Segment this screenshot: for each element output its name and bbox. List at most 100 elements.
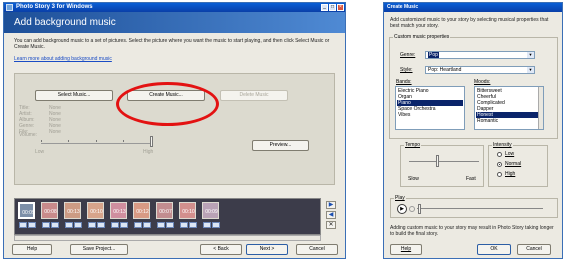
moods-listbox[interactable]: Bittersweet Cheerful Complicated Dapper Hone…	[474, 86, 544, 130]
chevron-down-icon: ▼	[527, 52, 534, 58]
mood-item[interactable]: Romantic	[476, 118, 538, 124]
thumbnail-duration: 00:10	[90, 209, 103, 215]
custom-motion-icon[interactable]	[28, 222, 36, 228]
volume-track	[41, 143, 151, 144]
intensity-radio[interactable]	[497, 172, 502, 177]
dialog-footer-note: Adding custom music to your story may re…	[390, 225, 554, 237]
custom-motion-icon[interactable]	[51, 222, 59, 228]
save-project-button[interactable]: Save Project...	[70, 244, 128, 255]
tempo-track	[409, 161, 479, 162]
window-title: Photo Story 3 for Windows	[16, 4, 93, 10]
property-value: None	[49, 129, 61, 135]
filmstrip: 00:09 00:08 00:13 00:10 00:13 00:12 00:07 00:10…	[14, 198, 321, 235]
picture-thumbnail[interactable]: 00:10	[179, 202, 196, 219]
dialog-title: Create Music	[387, 4, 419, 10]
dialog-ok-button[interactable]: OK	[477, 244, 511, 255]
chevron-down-icon: ▼	[527, 67, 534, 73]
thumbnail-duration: 00:08	[44, 209, 57, 215]
volume-tick	[123, 140, 124, 142]
intensity-group: Intensity Low Normal High	[488, 142, 548, 187]
moods-scrollbar[interactable]	[538, 87, 543, 129]
picture-thumbnail[interactable]: 00:09	[18, 202, 35, 219]
picture-thumbnail[interactable]: 00:13	[64, 202, 81, 219]
volume-high-label: High	[143, 149, 154, 155]
learn-more-link[interactable]: Learn more about adding background music	[14, 56, 112, 62]
music-note-icon[interactable]	[180, 222, 188, 228]
close-icon[interactable]: ×	[337, 4, 344, 11]
play-icon[interactable]: ▶	[397, 204, 407, 214]
preview-button[interactable]: Preview...	[252, 140, 309, 151]
stop-icon[interactable]	[409, 206, 415, 212]
minimize-icon[interactable]: _	[321, 4, 328, 11]
picture-thumbnail[interactable]: 00:08	[41, 202, 58, 219]
move-right-icon[interactable]: ▶	[326, 201, 336, 209]
bands-label: Bands:	[396, 79, 412, 85]
intensity-radio[interactable]	[497, 162, 502, 167]
intensity-option-label: Low	[505, 151, 515, 157]
custom-motion-icon[interactable]	[166, 222, 174, 228]
custom-motion-icon[interactable]	[212, 222, 220, 228]
music-note-icon[interactable]	[157, 222, 165, 228]
music-note-icon[interactable]	[111, 222, 119, 228]
delete-picture-icon[interactable]: ✕	[326, 221, 336, 229]
custom-music-group: Custom music properties Genre: Pop ▼ Sty…	[389, 34, 558, 139]
dialog-cancel-button[interactable]: Cancel	[517, 244, 551, 255]
tempo-group: Tempo Slow Fast	[400, 142, 484, 187]
custom-motion-icon[interactable]	[189, 222, 197, 228]
custom-motion-icon[interactable]	[120, 222, 128, 228]
picture-thumbnail[interactable]: 00:13	[110, 202, 127, 219]
play-progress-track	[417, 208, 543, 209]
band-item[interactable]: Vibes	[397, 112, 463, 118]
bands-listbox[interactable]: Electric Piano Organ Piano Space Orchestra V…	[395, 86, 465, 130]
music-note-icon[interactable]	[19, 222, 27, 228]
next-button[interactable]: Next >	[246, 244, 288, 255]
picture-thumbnail[interactable]: 00:10	[87, 202, 104, 219]
music-note-icon[interactable]	[88, 222, 96, 228]
move-left-icon[interactable]: ◀	[326, 211, 336, 219]
genre-select[interactable]: Pop ▼	[425, 51, 535, 59]
intensity-label: Intensity	[492, 142, 513, 148]
wizard-buttons: Help Save Project... < Back Next > Cance…	[4, 242, 345, 258]
custom-motion-icon[interactable]	[74, 222, 82, 228]
music-note-icon[interactable]	[134, 222, 142, 228]
music-note-icon[interactable]	[203, 222, 211, 228]
custom-motion-icon[interactable]	[143, 222, 151, 228]
picture-thumbnail[interactable]: 00:07	[156, 202, 173, 219]
play-progress-thumb[interactable]	[418, 204, 421, 214]
intensity-option-label: Normal	[505, 161, 522, 167]
thumbnail-duration: 00:13	[113, 209, 126, 215]
dialog-help-button[interactable]: Help	[390, 244, 422, 255]
music-note-icon[interactable]	[42, 222, 50, 228]
help-button[interactable]: Help	[12, 244, 52, 255]
select-music-button[interactable]: Select Music...	[35, 90, 113, 101]
volume-slider-thumb[interactable]	[150, 136, 153, 147]
style-select[interactable]: Pop: Heartland ▼	[425, 66, 535, 74]
dialog-titlebar[interactable]: Create Music	[384, 3, 562, 12]
cancel-button[interactable]: Cancel	[296, 244, 338, 255]
delete-music-button[interactable]: Delete Music	[220, 90, 288, 101]
thumbnail-duration: 00:07	[159, 209, 172, 215]
window-titlebar[interactable]: Photo Story 3 for Windows _ □ ×	[4, 3, 345, 12]
volume-low-label: Low	[35, 149, 45, 155]
picture-thumbnail[interactable]: 00:12	[133, 202, 150, 219]
picture-thumbnail[interactable]: 00:09	[202, 202, 219, 219]
tempo-slider-thumb[interactable]	[436, 155, 439, 167]
filmstrip-scrollbar[interactable]	[14, 235, 321, 241]
back-button[interactable]: < Back	[200, 244, 242, 255]
volume-tick	[68, 140, 69, 142]
custom-motion-icon[interactable]	[97, 222, 105, 228]
dialog-intro: Add customized music to your story by se…	[390, 17, 549, 29]
play-group: Play ▶	[390, 195, 558, 218]
intro-text: You can add background music to a set of…	[14, 38, 330, 50]
thumbnail-duration: 00:12	[136, 209, 149, 215]
intensity-radio[interactable]	[497, 152, 502, 157]
page-header: Add background music	[4, 12, 345, 33]
style-value: Pop: Heartland	[428, 67, 462, 73]
maximize-icon[interactable]: □	[329, 4, 336, 11]
tempo-slow-label: Slow	[408, 176, 419, 182]
play-label: Play	[394, 195, 406, 201]
thumbnail-duration: 00:09	[205, 209, 218, 215]
volume-label: Volume:	[19, 132, 38, 138]
music-note-icon[interactable]	[65, 222, 73, 228]
create-music-dialog: Create Music Add customized music to you…	[383, 2, 563, 259]
